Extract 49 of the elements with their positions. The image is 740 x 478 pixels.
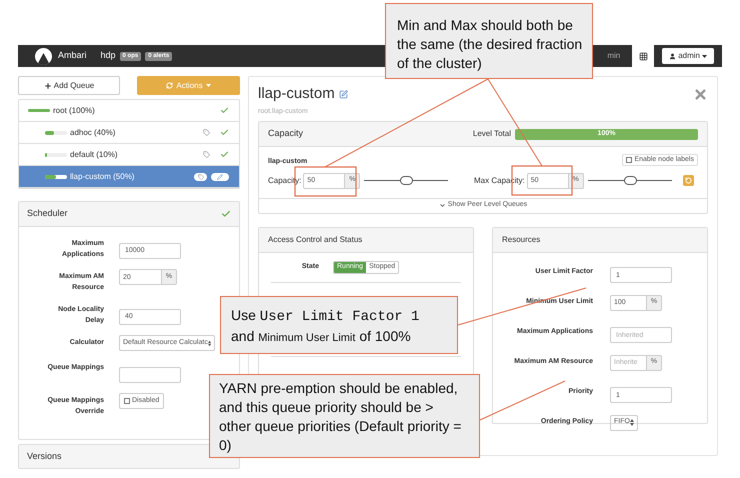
logo-icon: [35, 48, 52, 64]
panel-title: Versions: [27, 450, 62, 463]
plus-icon: [44, 82, 52, 90]
caret-icon: [206, 84, 211, 87]
callout-text: Min and Max should both be the same (the desired fraction of the cluster): [397, 16, 584, 73]
callout-text: YARN pre-emption should be enabled, and this queue priority should be > other queue priorities (Default priority = 0): [219, 379, 462, 455]
slider-thumb[interactable]: [400, 176, 414, 185]
panel-title: Resources: [502, 234, 540, 246]
reset-button[interactable]: [682, 175, 694, 186]
slider-thumb[interactable]: [624, 176, 637, 185]
sort-caret-icon: [630, 419, 634, 426]
admin-link[interactable]: min: [607, 50, 620, 62]
panel-title: Capacity: [268, 127, 304, 140]
tag-button[interactable]: [194, 172, 207, 180]
edit-icon[interactable]: [338, 90, 348, 99]
panel-title: Access Control and Status: [268, 234, 362, 246]
queue-label: root (100%): [53, 104, 96, 116]
grid-icon: [638, 52, 648, 60]
tag-icon: [203, 129, 210, 136]
capacity-bar: [28, 109, 50, 112]
queue-label: adhoc (40%): [70, 126, 116, 138]
input-field[interactable]: [119, 366, 181, 382]
queue-label: llap-custom (50%): [70, 170, 136, 182]
cluster-name[interactable]: hdp: [100, 49, 116, 63]
check-icon: [220, 128, 229, 137]
chevron-down-icon: [438, 202, 446, 209]
queue-item[interactable]: llap-custom (50%): [19, 166, 239, 188]
sort-caret-icon: [208, 340, 211, 346]
panel-title: Scheduler: [27, 207, 68, 220]
check-icon: [220, 150, 229, 159]
refresh-icon: [166, 82, 174, 89]
close-icon[interactable]: [693, 86, 708, 102]
queue-item[interactable]: root (100%): [19, 100, 239, 122]
field-label: Level Total: [472, 128, 511, 140]
check-icon: [221, 209, 231, 219]
user-icon: [669, 52, 676, 60]
add-queue-button[interactable]: Add Queue: [18, 76, 120, 95]
caret-icon: [702, 54, 707, 58]
pencil-icon: [217, 174, 223, 180]
queue-title: llap-custom: [258, 84, 335, 104]
tag-icon: [203, 151, 210, 158]
callout-text: Use User Limit Factor 1 and Minimum User Limit of 100%: [231, 306, 420, 346]
edit-button[interactable]: [211, 172, 229, 180]
check-icon: [220, 106, 229, 115]
capacity-bar: [45, 174, 67, 178]
capacity-bar: [45, 130, 67, 134]
brand-name[interactable]: Ambari: [58, 49, 87, 63]
queue-label: default (10%): [70, 148, 119, 160]
user-menu-button[interactable]: admin: [662, 48, 714, 64]
